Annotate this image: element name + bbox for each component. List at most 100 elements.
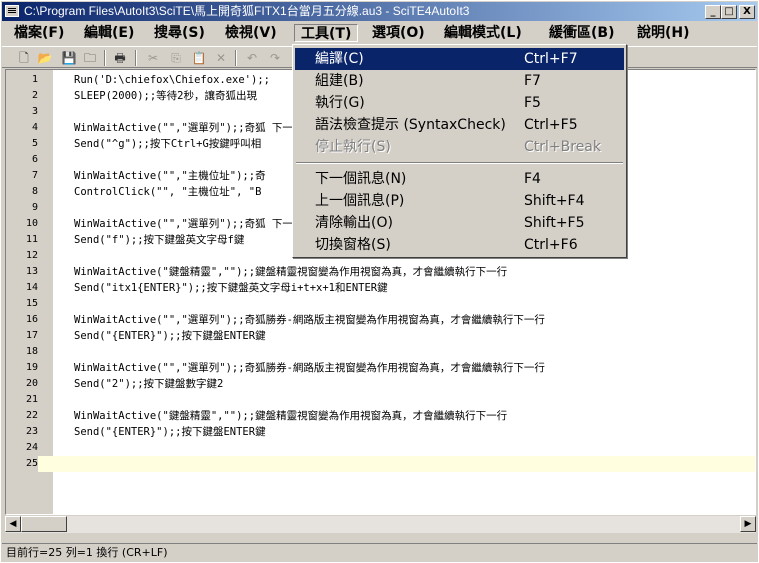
code-line[interactable]: 13 WinWaitActive("鍵盤精靈","");;鍵盤精靈視窗變為作用視窗… [6, 264, 755, 280]
code-text[interactable]: WinWaitActive("","選單列");;奇狐 下一行 [74, 216, 303, 232]
code-text[interactable]: SLEEP(2000);;等待2秒，讓奇狐出現 [74, 88, 257, 104]
code-text[interactable]: WinWaitActive("","選單列");;奇狐勝券-網路版主視窗變為作用… [74, 360, 545, 376]
code-line[interactable]: 14 Send("itx1{ENTER}");;按下鍵盤英文字母i+t+x+1和E… [6, 280, 755, 296]
status-bar: 目前行=25 列=1 換行 (CR+LF) [2, 543, 757, 561]
code-text[interactable]: WinWaitActive("鍵盤精靈","");;鍵盤精靈視窗變為作用視窗為真… [74, 408, 507, 424]
menu-item-switch-pane[interactable]: 切換窗格(S) Ctrl+F6 [295, 234, 624, 256]
menu-item-label: 停止執行(S) [315, 139, 391, 155]
scroll-right-icon[interactable]: ▶ [740, 516, 756, 532]
open-folder-icon[interactable]: 📂 [37, 50, 53, 66]
menu-item-compile[interactable]: 編譯(C) Ctrl+F7 [295, 48, 624, 70]
toolbar-separator [235, 50, 237, 66]
menu-item-label: 切換窗格(S) [315, 237, 391, 253]
menu-item-previous-message[interactable]: 上一個訊息(P) Shift+F4 [295, 190, 624, 212]
new-file-icon[interactable]: 🗋 [16, 50, 32, 66]
line-number: 20 [25, 378, 38, 389]
cut-icon[interactable]: ✂ [145, 50, 161, 66]
menu-item-syntax-check[interactable]: 語法檢查提示 (SyntaxCheck) Ctrl+F5 [295, 114, 624, 136]
menu-separator [296, 162, 623, 164]
line-number: 24 [25, 442, 38, 453]
menu-item-label: 編譯(C) [315, 51, 364, 67]
maximize-button[interactable]: □ [721, 5, 737, 19]
menu-item-next-message[interactable]: 下一個訊息(N) F4 [295, 168, 624, 190]
menu-tools[interactable]: 工具(T) [294, 24, 359, 42]
line-number: 10 [25, 218, 38, 229]
menu-item-label: 清除輸出(O) [315, 215, 393, 231]
horizontal-scrollbar[interactable]: ◀ ▶ [5, 515, 756, 533]
menu-edit-mode[interactable]: 編輯模式(L) [438, 24, 528, 42]
code-text[interactable]: Send("{ENTER}");;按下鍵盤ENTER鍵 [74, 424, 266, 440]
menu-item-stop-executing: 停止執行(S) Ctrl+Break [295, 136, 624, 158]
code-line[interactable]: 24 [6, 440, 755, 456]
close-button[interactable]: X [739, 5, 755, 19]
line-number: 6 [31, 154, 38, 165]
menu-item-go[interactable]: 執行(G) F5 [295, 92, 624, 114]
minimize-button[interactable]: _ [705, 5, 721, 19]
scroll-thumb[interactable] [21, 516, 67, 532]
menu-item-shortcut: Ctrl+F6 [524, 237, 578, 253]
code-text[interactable]: WinWaitActive("","選單列");;奇狐勝券-網路版主視窗變為作用… [74, 312, 545, 328]
line-number: 13 [25, 266, 38, 277]
code-text[interactable]: WinWaitActive("","選單列");;奇狐 下一行 [74, 120, 303, 136]
window-title: C:\Program Files\AutoIt3\SciTE\馬上開奇狐FITX… [24, 4, 470, 18]
delete-icon[interactable]: ✕ [213, 50, 229, 66]
code-line[interactable]: 19 WinWaitActive("","選單列");;奇狐勝券-網路版主視窗變為… [6, 360, 755, 376]
code-line[interactable]: 25 [6, 456, 755, 472]
code-text[interactable]: Send("{ENTER}");;按下鍵盤ENTER鍵 [74, 328, 266, 344]
code-text[interactable]: ControlClick("", "主機位址", "B [74, 184, 261, 200]
tools-menu-dropdown: 編譯(C) Ctrl+F7 組建(B) F7 執行(G) F5 語法檢查提示 (… [292, 44, 627, 258]
menu-view[interactable]: 檢視(V) [219, 24, 283, 42]
line-number: 11 [25, 234, 38, 245]
close-file-icon[interactable]: 🗀 [82, 50, 98, 66]
menu-item-shortcut: Shift+F5 [524, 215, 585, 231]
line-number: 21 [25, 394, 38, 405]
line-number: 1 [31, 74, 38, 85]
menu-help[interactable]: 說明(H) [631, 24, 696, 42]
menu-item-label: 下一個訊息(N) [315, 171, 407, 187]
line-number: 15 [25, 298, 38, 309]
toolbar-separator [104, 50, 106, 66]
line-number: 19 [25, 362, 38, 373]
menu-bar: 檔案(F) 編輯(E) 搜尋(S) 檢視(V) 工具(T) 選項(O) 編輯模式… [2, 22, 757, 44]
code-line[interactable]: 20 Send("2");;按下鍵盤數字鍵2 [6, 376, 755, 392]
line-number: 18 [25, 346, 38, 357]
scite-window: C:\Program Files\AutoIt3\SciTE\馬上開奇狐FITX… [0, 0, 759, 563]
redo-icon[interactable]: ↷ [267, 50, 283, 66]
undo-icon[interactable]: ↶ [244, 50, 260, 66]
code-line[interactable]: 21 [6, 392, 755, 408]
menu-buffers[interactable]: 緩衝區(B) [543, 24, 620, 42]
menu-item-shortcut: Ctrl+Break [524, 139, 601, 155]
menu-item-build[interactable]: 組建(B) F7 [295, 70, 624, 92]
copy-icon[interactable]: ⎘ [168, 50, 184, 66]
menu-file[interactable]: 檔案(F) [8, 24, 70, 42]
line-number: 9 [31, 202, 38, 213]
menu-edit[interactable]: 編輯(E) [78, 24, 140, 42]
title-bar[interactable]: C:\Program Files\AutoIt3\SciTE\馬上開奇狐FITX… [2, 2, 757, 21]
menu-item-clear-output[interactable]: 清除輸出(O) Shift+F5 [295, 212, 624, 234]
code-text[interactable]: Send("^g");;按下Ctrl+G按鍵呼叫相 [74, 136, 261, 152]
save-icon[interactable]: 💾 [61, 50, 77, 66]
code-line[interactable]: 18 [6, 344, 755, 360]
menu-item-shortcut: Ctrl+F7 [524, 51, 578, 67]
code-text[interactable]: WinWaitActive("","主機位址");;奇 [74, 168, 266, 184]
menu-search[interactable]: 搜尋(S) [148, 24, 211, 42]
paste-icon[interactable]: 📋 [191, 50, 207, 66]
menu-item-label: 語法檢查提示 (SyntaxCheck) [315, 117, 506, 133]
code-text[interactable]: Send("itx1{ENTER}");;按下鍵盤英文字母i+t+x+1和ENT… [74, 280, 388, 296]
code-text[interactable]: Run('D:\chiefox\Chiefox.exe');; [74, 72, 270, 88]
print-icon[interactable]: 🖶 [112, 50, 128, 66]
line-number: 2 [31, 90, 38, 101]
code-text[interactable]: WinWaitActive("鍵盤精靈","");;鍵盤精靈視窗變為作用視窗為真… [74, 264, 507, 280]
scroll-left-icon[interactable]: ◀ [5, 516, 21, 532]
line-number: 14 [25, 282, 38, 293]
code-line[interactable]: 15 [6, 296, 755, 312]
code-line[interactable]: 23 Send("{ENTER}");;按下鍵盤ENTER鍵 [6, 424, 755, 440]
code-line[interactable]: 16 WinWaitActive("","選單列");;奇狐勝券-網路版主視窗變為… [6, 312, 755, 328]
code-line[interactable]: 22 WinWaitActive("鍵盤精靈","");;鍵盤精靈視窗變為作用視窗… [6, 408, 755, 424]
app-icon[interactable] [5, 5, 19, 17]
code-text[interactable]: Send("2");;按下鍵盤數字鍵2 [74, 376, 223, 392]
menu-item-label: 組建(B) [315, 73, 364, 89]
code-line[interactable]: 17 Send("{ENTER}");;按下鍵盤ENTER鍵 [6, 328, 755, 344]
code-text[interactable]: Send("f");;按下鍵盤英文字母f鍵 [74, 232, 244, 248]
menu-options[interactable]: 選項(O) [366, 24, 431, 42]
